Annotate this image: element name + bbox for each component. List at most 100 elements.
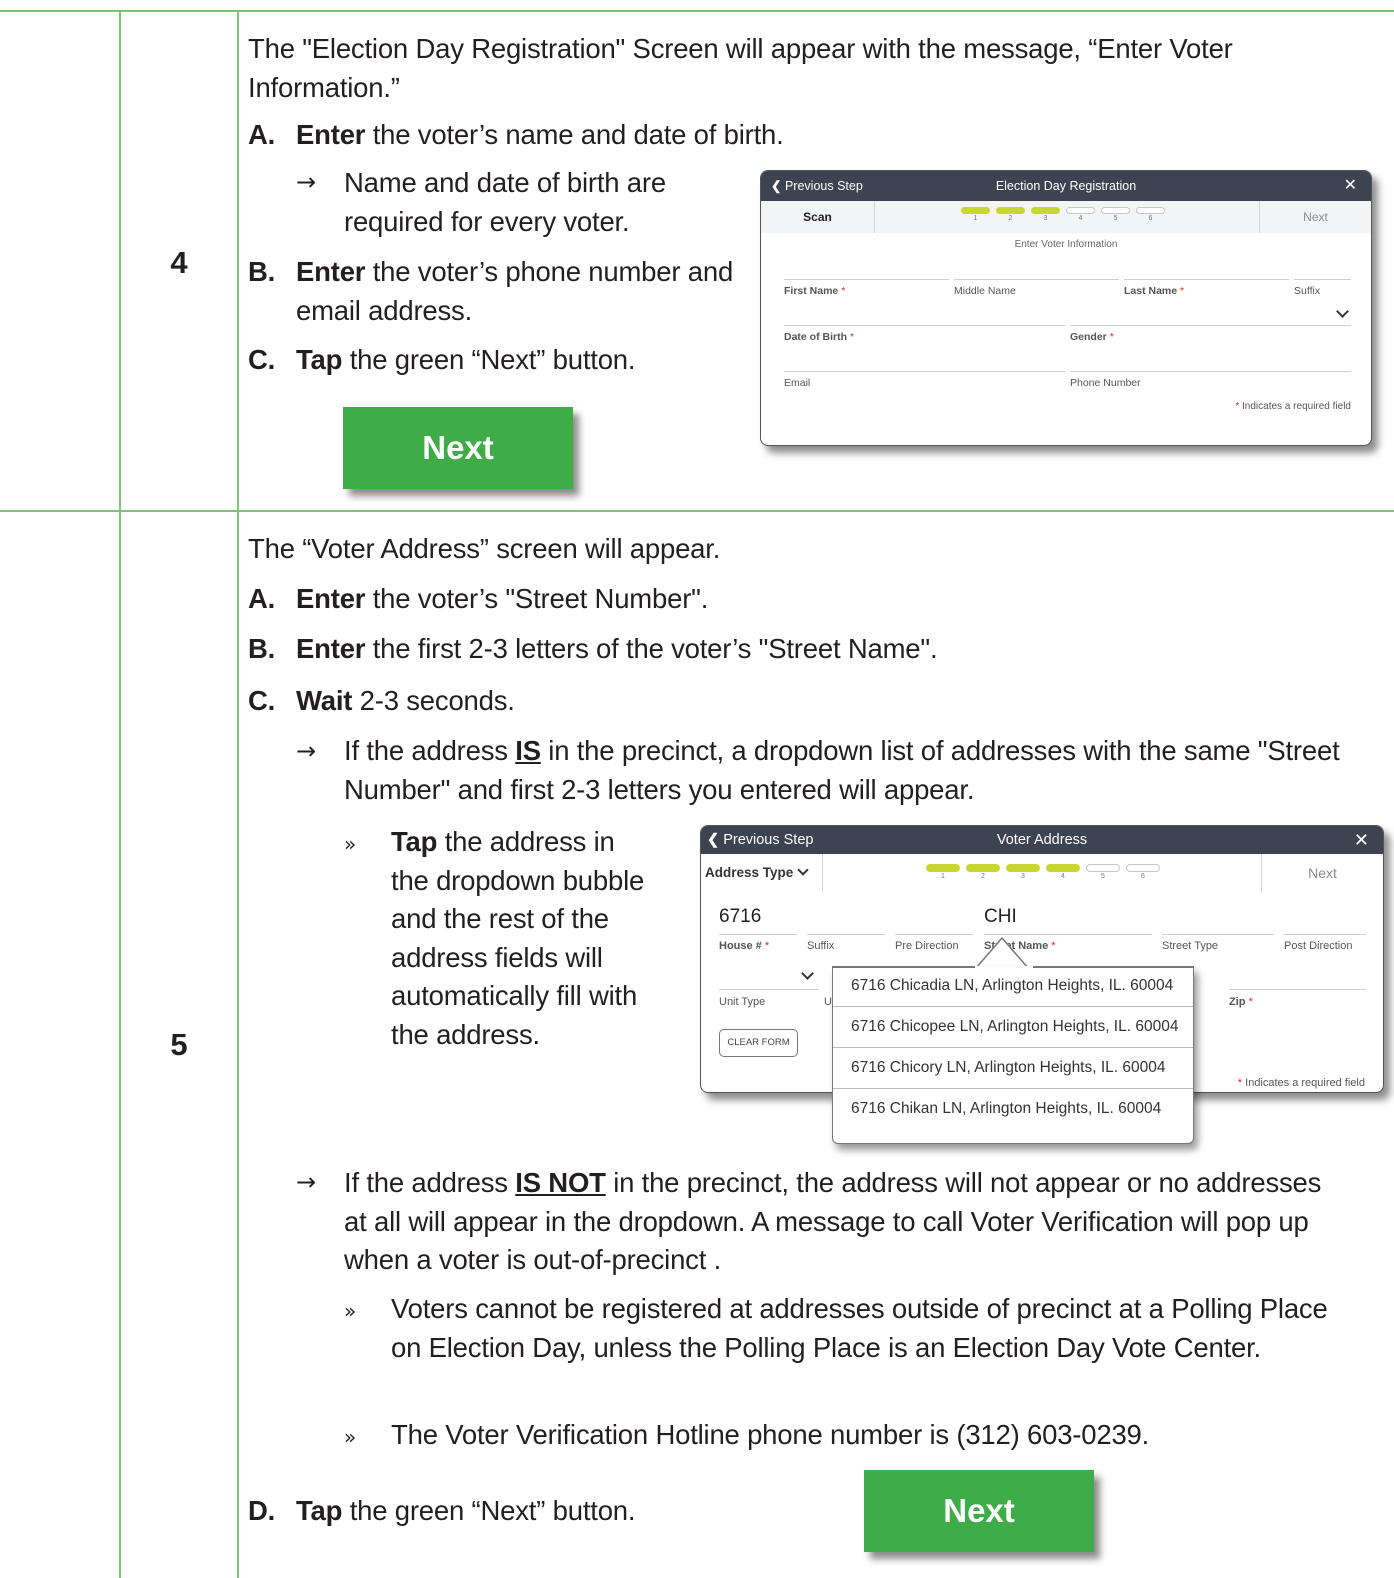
unit-label: U <box>824 996 832 1008</box>
table-row-divider <box>0 510 1394 512</box>
house-number-field[interactable] <box>719 934 797 935</box>
step-pill <box>1086 864 1120 872</box>
pre-direction-label: Pre Direction <box>895 940 959 952</box>
item-text: 2-3 seconds. <box>352 685 515 716</box>
first-name-label: First Name * <box>784 285 846 297</box>
next-button[interactable]: Next <box>864 1470 1094 1552</box>
step-pill <box>1101 207 1130 214</box>
step-pill-number: 5 <box>1113 215 1118 222</box>
item-text: the green “Next” button. <box>342 344 636 375</box>
scan-button[interactable]: Scan <box>761 201 875 233</box>
step-pill <box>1046 864 1080 872</box>
step-pill-number: 1 <box>941 873 945 880</box>
instruction-text: Wait 2-3 seconds. <box>296 682 1356 721</box>
street-type-field[interactable] <box>1162 934 1274 935</box>
item-verb: Enter <box>296 583 366 614</box>
bullet-icon: » <box>344 1299 357 1323</box>
gender-field[interactable] <box>1070 325 1351 326</box>
step-pill <box>1126 864 1160 872</box>
tap-bullet: Tap the address in the dropdown bubble a… <box>391 826 645 1050</box>
item-letter: D. <box>248 1495 276 1526</box>
step-number: 4 <box>170 245 188 280</box>
middle-name-field[interactable] <box>954 279 1119 280</box>
address-suggestion[interactable]: 6716 Chicopee LN, Arlington Heights, IL.… <box>833 1007 1193 1048</box>
clear-form-button[interactable]: CLEAR FORM <box>719 1029 798 1057</box>
house-number-label: House # * <box>719 940 770 952</box>
step-pill-number: 4 <box>1061 873 1065 880</box>
date-of-birth-label: Date of Birth * <box>784 331 855 343</box>
item-verb: Tap <box>296 344 343 375</box>
close-icon[interactable]: ✕ <box>1344 171 1357 201</box>
instruction-text: Enter the first 2-3 letters of the voter… <box>296 630 1356 669</box>
phone-number-label: Phone Number <box>1070 377 1141 389</box>
chevron-down-icon[interactable] <box>1336 305 1349 318</box>
instruction-text: Enter the voter’s name and date of birth… <box>296 116 936 155</box>
step-progress: 1 2 3 4 5 6 <box>926 864 1166 886</box>
last-name-field[interactable] <box>1124 279 1289 280</box>
arrow-note: Name and date of birth are required for … <box>344 167 666 237</box>
step-pill <box>1031 207 1060 214</box>
address-suggestion[interactable]: 6716 Chicadia LN, Arlington Heights, IL.… <box>833 966 1193 1007</box>
chevron-down-icon[interactable] <box>801 967 814 980</box>
item-verb: Tap <box>296 1495 343 1526</box>
bullet-icon: » <box>344 832 357 856</box>
chevron-down-icon <box>797 864 809 876</box>
next-button[interactable]: Next <box>1261 854 1383 892</box>
step-pill-number: 6 <box>1148 215 1153 222</box>
title-bar: ❮ Previous Step Election Day Registratio… <box>761 171 1371 201</box>
step-pill-number: 6 <box>1141 873 1145 880</box>
item-letter: A. <box>248 583 276 614</box>
zip-field[interactable] <box>1229 989 1366 990</box>
item-verb: Enter <box>296 633 366 664</box>
post-direction-field[interactable] <box>1284 934 1366 935</box>
unit-type-field[interactable] <box>719 989 819 990</box>
bullet-text: Voters cannot be registered at addresses… <box>391 1293 1328 1363</box>
screen-subtitle: Enter Voter Information <box>1014 239 1118 250</box>
step-intro: The “Voter Address” screen will appear. <box>248 533 721 564</box>
item-text: the green “Next” button. <box>342 1495 636 1526</box>
step-pill <box>996 207 1025 214</box>
screen-title: Election Day Registration <box>995 179 1137 193</box>
first-name-field[interactable] <box>784 279 949 280</box>
address-type-dropdown[interactable]: Address Type <box>701 854 823 892</box>
item-text: the voter’s name and date of birth. <box>365 119 784 150</box>
email-field[interactable] <box>784 371 1065 372</box>
item-verb: Wait <box>296 685 353 716</box>
step-pill-number: 3 <box>1021 873 1025 880</box>
address-suggestion[interactable]: 6716 Chikan LN, Arlington Heights, IL. 6… <box>833 1089 1193 1130</box>
date-of-birth-field[interactable] <box>784 325 1065 326</box>
phone-number-field[interactable] <box>1070 371 1351 372</box>
step-number: 5 <box>170 1027 188 1062</box>
suffix-label: Suffix <box>1294 285 1321 297</box>
step-pill <box>961 207 990 214</box>
step-intro: The "Election Day Registration" Screen w… <box>248 33 1233 103</box>
instruction-text: Tap the green “Next” button. <box>296 341 736 380</box>
step-pill <box>1006 864 1040 872</box>
suffix-field[interactable] <box>807 934 885 935</box>
arrow-icon: → <box>296 1168 317 1196</box>
instruction-text: Tap the green “Next” button. <box>296 1492 796 1531</box>
arrow-icon: → <box>296 168 317 196</box>
step-pill-number: 2 <box>981 873 985 880</box>
bullet-text: The Voter Verification Hotline phone num… <box>391 1419 1150 1450</box>
address-suggestion[interactable]: 6716 Chicory LN, Arlington Heights, IL. … <box>833 1048 1193 1089</box>
pre-direction-field[interactable] <box>895 934 973 935</box>
step-pill <box>926 864 960 872</box>
instruction-text: Enter the voter’s phone number and email… <box>296 253 736 330</box>
arrow-note-is-not: If the address IS NOT in the precinct, t… <box>344 1167 1322 1275</box>
item-letter: B. <box>248 633 276 664</box>
item-letter: A. <box>248 119 276 150</box>
step-pill <box>1066 207 1095 214</box>
gender-label: Gender * <box>1070 331 1114 343</box>
step-pill-number: 2 <box>1008 215 1013 222</box>
step-bar: Address Type 1 2 3 4 5 6 Next <box>701 854 1383 892</box>
close-icon[interactable]: ✕ <box>1354 826 1369 854</box>
unit-type-label: Unit Type <box>719 996 766 1008</box>
step-pill <box>966 864 1000 872</box>
next-button[interactable]: Next <box>1259 201 1371 233</box>
next-button[interactable]: Next <box>343 407 573 489</box>
arrow-icon: → <box>296 737 317 765</box>
suffix-field[interactable] <box>1294 279 1351 280</box>
item-text: the voter’s "Street Number". <box>365 583 709 614</box>
step-pill-number: 4 <box>1078 215 1083 222</box>
